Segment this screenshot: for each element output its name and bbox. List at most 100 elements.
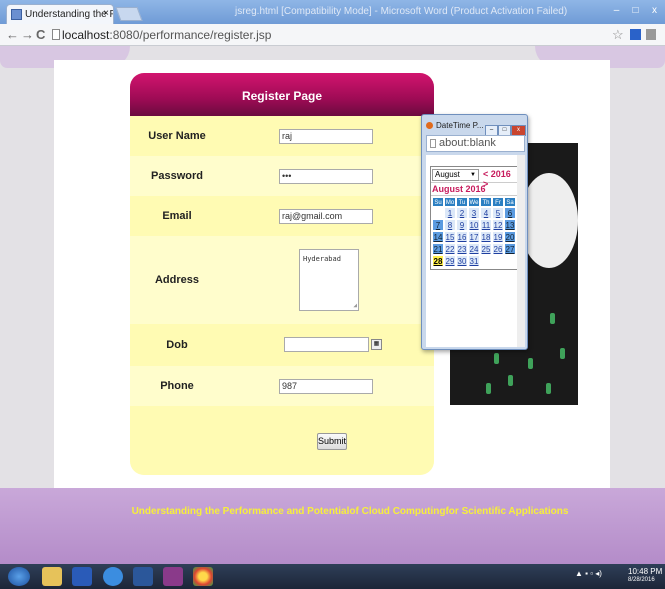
internet-explorer-icon[interactable] bbox=[103, 567, 123, 586]
page-icon bbox=[430, 139, 436, 148]
calendar-day[interactable]: 30 bbox=[456, 255, 468, 267]
minimize-button[interactable]: – bbox=[608, 3, 625, 18]
file-explorer-icon[interactable] bbox=[42, 567, 62, 586]
calendar-day[interactable]: 10 bbox=[468, 219, 480, 231]
address-bar: ← → C localhost:8080/performance/registe… bbox=[0, 24, 665, 46]
popup-scrollbar[interactable] bbox=[517, 155, 525, 347]
day-of-week-header: Sa bbox=[504, 197, 516, 207]
calendar-day[interactable]: 15 bbox=[444, 231, 456, 243]
menu-icon[interactable] bbox=[646, 29, 656, 40]
dob-input[interactable] bbox=[284, 337, 369, 353]
day-of-week-header: Fr bbox=[492, 197, 504, 207]
calendar-day[interactable]: 23 bbox=[456, 243, 468, 255]
calendar-day[interactable]: 4 bbox=[480, 207, 492, 219]
extension-icon[interactable] bbox=[630, 29, 641, 40]
calendar-day[interactable]: 24 bbox=[468, 243, 480, 255]
day-of-week-header: We bbox=[468, 197, 480, 207]
form-title: Register Page bbox=[130, 73, 434, 116]
tray-time: 10:48 PM bbox=[628, 567, 663, 576]
password-input[interactable]: ••• bbox=[279, 168, 373, 184]
calendar-day[interactable]: 8 bbox=[444, 219, 456, 231]
popup-body: August ▼ < 2016 > August 2016 Su Mo Tu We Th F… bbox=[426, 155, 525, 347]
email-label: Email bbox=[162, 210, 192, 222]
calendar-day[interactable]: 20 bbox=[504, 231, 516, 243]
calendar-day[interactable]: 1 bbox=[444, 207, 456, 219]
calendar-day[interactable]: 14 bbox=[432, 231, 444, 243]
calendar-day[interactable]: 31 bbox=[468, 255, 480, 267]
phone-input[interactable]: 987 bbox=[279, 378, 373, 394]
popup-window-controls: – □ x bbox=[485, 118, 527, 136]
phone-row: Phone 987 bbox=[130, 366, 434, 406]
year-nav[interactable]: < 2016 > bbox=[483, 169, 517, 189]
email-input[interactable]: raj@gmail.com bbox=[279, 208, 373, 224]
calendar-day[interactable]: 2 bbox=[456, 207, 468, 219]
window-title: jsreg.html [Compatibility Mode] - Micros… bbox=[235, 6, 568, 17]
calendar-day[interactable]: 16 bbox=[456, 231, 468, 243]
calendar-day[interactable]: 29 bbox=[444, 255, 456, 267]
tray-icons[interactable]: ▲ ▪ ▫ ◂) bbox=[575, 569, 602, 578]
resize-grip-icon[interactable]: ◢ bbox=[353, 302, 357, 309]
maximize-button[interactable]: □ bbox=[627, 3, 644, 18]
username-row: User Name raj bbox=[130, 116, 434, 156]
password-label: Password bbox=[151, 170, 203, 182]
calendar-day[interactable]: 25 bbox=[480, 243, 492, 255]
address-label: Address bbox=[154, 274, 200, 286]
calendar-day[interactable]: 11 bbox=[480, 219, 492, 231]
submit-button[interactable]: Submit bbox=[317, 432, 347, 450]
calendar-day[interactable]: 26 bbox=[492, 243, 504, 255]
calendar-day[interactable]: 19 bbox=[492, 231, 504, 243]
day-of-week-header: Th bbox=[480, 197, 492, 207]
image-dash bbox=[508, 375, 513, 386]
app-icon[interactable] bbox=[163, 567, 183, 586]
address-value: Hyderabad bbox=[303, 255, 341, 263]
forward-icon[interactable]: → bbox=[21, 27, 34, 42]
calendar-day[interactable]: 18 bbox=[480, 231, 492, 243]
calendar-grid: Su Mo Tu We Th Fr Sa 1 2 3 4 5 6 7 8 9 10 11 12 13 14 15 16 17 1… bbox=[431, 196, 517, 269]
calendar-day[interactable]: 12 bbox=[492, 219, 504, 231]
calendar-day[interactable]: 6 bbox=[504, 207, 516, 219]
calendar-day[interactable]: 27 bbox=[504, 243, 516, 255]
calendar-day[interactable]: 3 bbox=[468, 207, 480, 219]
tab-title: Understanding the Perfo bbox=[25, 9, 113, 20]
start-button-icon[interactable] bbox=[8, 567, 30, 586]
calendar-icon[interactable]: ▦ bbox=[371, 339, 382, 351]
username-label: User Name bbox=[148, 130, 206, 142]
calendar-empty-cell bbox=[492, 255, 504, 267]
image-dash bbox=[486, 383, 491, 394]
tab-close-button[interactable]: × bbox=[103, 8, 109, 19]
image-dash bbox=[546, 383, 551, 394]
calendar-day[interactable]: 7 bbox=[432, 219, 444, 231]
calendar-day[interactable]: 9 bbox=[456, 219, 468, 231]
image-shape bbox=[520, 173, 578, 268]
calendar-controls: August ▼ < 2016 > bbox=[431, 167, 517, 189]
calendar-day[interactable]: 28 bbox=[432, 255, 444, 267]
bookmark-star-icon[interactable]: ☆ bbox=[612, 27, 624, 43]
calendar-day[interactable]: 5 bbox=[492, 207, 504, 219]
calendar-day[interactable]: 13 bbox=[504, 219, 516, 231]
register-form: Register Page User Name raj Password •••… bbox=[130, 73, 434, 475]
username-input[interactable]: raj bbox=[279, 128, 373, 144]
address-textarea[interactable]: Hyderabad ◢ bbox=[299, 249, 359, 311]
back-icon[interactable]: ← bbox=[6, 27, 19, 42]
url-input[interactable]: localhost:8080/performance/register.jsp bbox=[62, 28, 271, 42]
page-icon bbox=[52, 29, 60, 40]
outlook-icon[interactable] bbox=[72, 567, 92, 586]
windows-taskbar: ▲ ▪ ▫ ◂) 10:48 PM 8/28/2016 bbox=[0, 564, 665, 589]
chrome-taskbar-icon[interactable] bbox=[193, 567, 213, 586]
calendar-day[interactable]: 21 bbox=[432, 243, 444, 255]
url-host: localhost bbox=[62, 28, 110, 42]
popup-address-bar[interactable]: about:blank bbox=[426, 135, 525, 152]
reload-icon[interactable]: C bbox=[36, 27, 45, 42]
submit-row: Submit bbox=[130, 406, 434, 475]
close-window-button[interactable]: x bbox=[646, 3, 663, 18]
calendar-day[interactable]: 22 bbox=[444, 243, 456, 255]
day-of-week-header: Mo bbox=[444, 197, 456, 207]
month-select[interactable]: August ▼ bbox=[432, 169, 479, 181]
browser-tab[interactable]: Understanding the Perfo × bbox=[6, 4, 114, 24]
dob-row: Dob ▦ bbox=[130, 324, 434, 366]
new-tab-button[interactable] bbox=[115, 7, 143, 21]
calendar-empty-cell bbox=[504, 255, 516, 267]
popup-title: DateTime P... bbox=[436, 121, 484, 130]
word-icon[interactable] bbox=[133, 567, 153, 586]
calendar-day[interactable]: 17 bbox=[468, 231, 480, 243]
